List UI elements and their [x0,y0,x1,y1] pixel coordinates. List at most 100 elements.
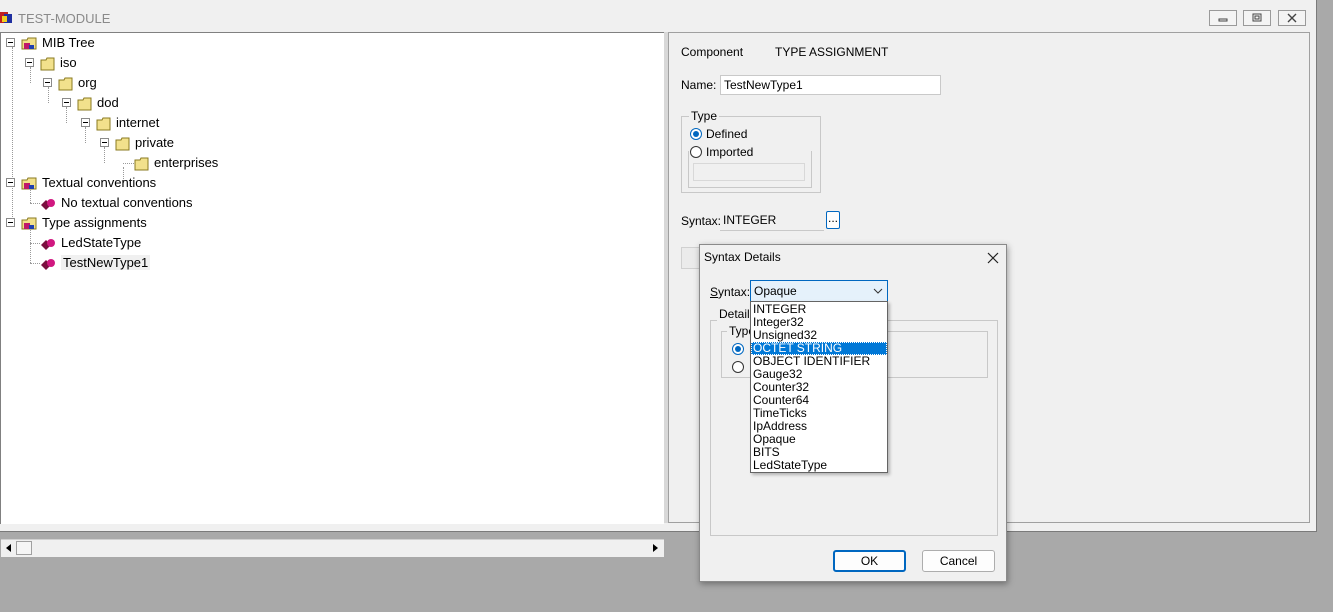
syntax-label-rest: yntax: [718,285,751,299]
tree-node-org[interactable]: org [58,74,97,92]
tree-line [104,147,105,163]
tree-node-label: org [78,75,97,90]
collapse-toggle[interactable] [25,58,34,67]
tree-node-testnewtype1[interactable]: TestNewType1 [40,254,151,272]
tree-line [48,87,49,103]
collapse-toggle[interactable] [6,38,15,47]
tree-line [12,47,13,225]
horizontal-scrollbar[interactable] [1,539,664,557]
tree-node-label: dod [97,95,119,110]
syntax-option[interactable]: IpAddress [751,420,887,433]
syntax-option[interactable]: Counter64 [751,394,887,407]
folder-icon [77,97,92,111]
collapse-toggle[interactable] [6,218,15,227]
main-window: TEST-MODULE MIB Tree iso org dod interne… [0,0,1317,557]
name-label: Name: [681,78,717,92]
collapse-toggle[interactable] [6,178,15,187]
defined-radio[interactable] [690,128,702,140]
syntax-option[interactable]: OBJECT IDENTIFIER [751,355,887,368]
chevron-down-icon [873,288,883,294]
close-icon [987,252,999,264]
syntax-dropdown-list[interactable]: INTEGER Integer32 Unsigned32 OCTET STRIN… [750,301,888,473]
tree-node-label: MIB Tree [42,35,95,50]
defined-label: Defined [706,127,748,141]
type-leaf-icon [41,238,55,250]
arrow-left-icon [6,544,11,552]
component-value: TYPE ASSIGNMENT [775,45,889,59]
syntax-option[interactable]: Opaque [751,433,887,446]
dialog-close-button[interactable] [983,248,1003,268]
minimize-button[interactable] [1209,10,1237,26]
scroll-left-button[interactable] [2,541,16,555]
syntax-option[interactable]: Gauge32 [751,368,887,381]
tree-node-dod[interactable]: dod [77,94,119,112]
folder-icon [96,117,111,131]
type-option-radio-2[interactable] [732,361,744,373]
tree-line [30,203,40,204]
name-field[interactable]: TestNewType1 [720,75,941,95]
syntax-option[interactable]: Unsigned32 [751,329,887,342]
component-label: Component [681,45,744,59]
folder-icon [134,157,149,171]
tree-line [30,243,40,244]
type-option-radio-1[interactable] [732,343,744,355]
tree-node-private[interactable]: private [115,134,174,152]
tree-node-internet[interactable]: internet [96,114,159,132]
tree-node-label: Textual conventions [42,175,157,190]
syntax-field: INTEGER [720,211,824,231]
minimize-icon [1218,18,1228,22]
syntax-option[interactable]: BITS [751,446,887,459]
type-leaf-icon [41,258,55,270]
tree-node-label: enterprises [154,155,219,170]
syntax-option[interactable]: TimeTicks [751,407,887,420]
mib-tree-pane[interactable]: MIB Tree iso org dod internet private en… [0,32,664,557]
syntax-combobox[interactable]: Opaque [750,280,888,302]
tree-node-iso[interactable]: iso [40,54,77,72]
tree-node-label: No textual conventions [61,195,193,210]
tree-node-label: private [135,135,175,150]
type-group-label: Type [689,109,720,123]
ok-button[interactable]: OK [833,550,906,572]
folder-cube-icon [21,37,37,50]
collapse-toggle[interactable] [43,78,52,87]
syntax-option[interactable]: LedStateType [751,459,887,472]
tree-node-no-textual-conventions[interactable]: No textual conventions [40,194,193,212]
app-icon [0,11,13,24]
collapse-toggle[interactable] [81,118,90,127]
syntax-browse-button[interactable]: ... [826,211,840,229]
syntax-option-highlighted[interactable]: OCTET STRING [751,342,887,355]
tree-node-label: LedStateType [61,235,142,250]
tree-line [30,67,31,83]
syntax-option[interactable]: Counter32 [751,381,887,394]
restore-icon [1252,13,1262,22]
folder-cube-icon [21,217,37,230]
restore-button[interactable] [1243,10,1271,26]
tree-line [85,127,86,143]
syntax-details-dialog: Syntax Details Syntax: Opaque Details Ty… [699,244,1007,582]
tree-node-ledstatetype[interactable]: LedStateType [40,234,141,252]
cancel-button[interactable]: Cancel [922,550,995,572]
collapse-toggle[interactable] [100,138,109,147]
close-icon [1287,13,1297,23]
folder-icon [40,57,55,71]
dialog-syntax-label: Syntax: [710,285,750,299]
tree-node-mib-tree[interactable]: MIB Tree [21,34,95,52]
scroll-right-button[interactable] [648,541,662,555]
syntax-mnemonic: S [710,285,719,299]
syntax-option[interactable]: INTEGER [751,303,887,316]
folder-icon [58,77,73,91]
syntax-label: Syntax: [681,214,722,228]
title-bar[interactable]: TEST-MODULE [0,0,1316,32]
tree-node-label: Type assignments [42,215,147,230]
collapse-toggle[interactable] [62,98,71,107]
scroll-thumb[interactable] [16,541,32,555]
tree-node-textual-conventions[interactable]: Textual conventions [21,174,156,192]
syntax-option[interactable]: Integer32 [751,316,887,329]
syntax-combobox-value: Opaque [754,284,797,298]
tree-line [66,107,67,123]
close-window-button[interactable] [1278,10,1306,26]
tree-node-enterprises[interactable]: enterprises [134,154,218,172]
imported-module-field [693,163,805,181]
tree-node-type-assignments[interactable]: Type assignments [21,214,147,232]
folder-icon [115,137,130,151]
